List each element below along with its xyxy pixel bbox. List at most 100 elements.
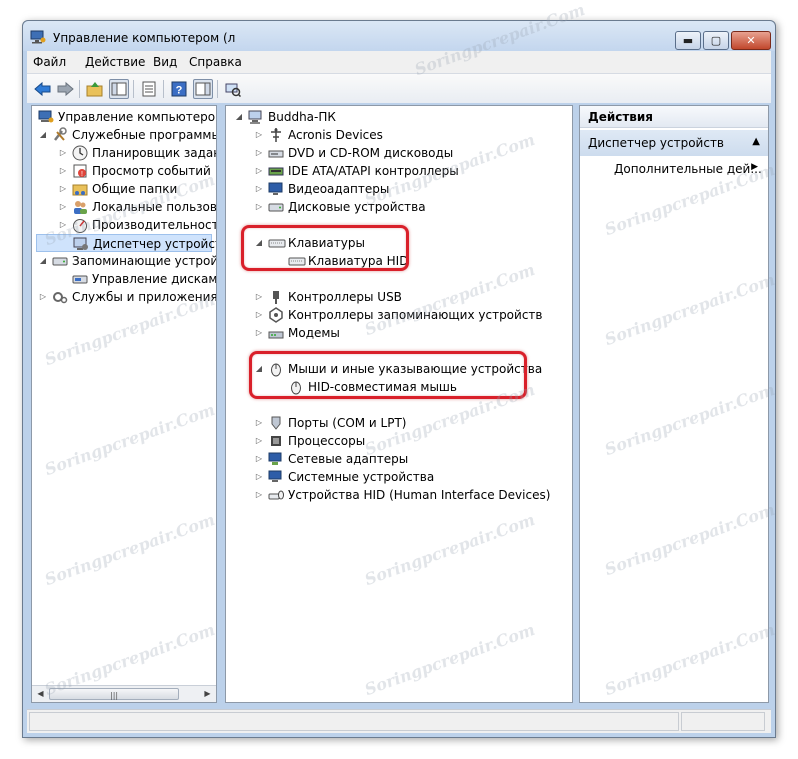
collapse-triangle-icon[interactable]: ▲ bbox=[752, 136, 760, 147]
tree-node-label: Общие папки bbox=[92, 182, 178, 196]
status-cell bbox=[29, 712, 679, 731]
collapsed-arrow-icon[interactable]: ▷ bbox=[254, 306, 264, 324]
storage-icon bbox=[52, 253, 68, 269]
collapsed-arrow-icon[interactable]: ▷ bbox=[254, 288, 264, 306]
computer-icon bbox=[248, 109, 264, 125]
category-label: Модемы bbox=[288, 326, 340, 340]
collapsed-arrow-icon[interactable]: ▷ bbox=[254, 126, 264, 144]
collapsed-arrow-icon[interactable]: ▷ bbox=[254, 450, 264, 468]
collapsed-arrow-icon[interactable]: ▷ bbox=[254, 270, 264, 288]
event-viewer-icon: ! bbox=[72, 163, 88, 179]
display-adapter-icon bbox=[268, 181, 284, 197]
scrollbar-thumb[interactable]: ||| bbox=[49, 688, 179, 700]
tree-node-label: Планировщик заданий bbox=[92, 146, 216, 160]
scroll-left-icon[interactable]: ◀ bbox=[33, 687, 48, 701]
collapsed-arrow-icon[interactable]: ▷ bbox=[254, 180, 264, 198]
category-label: Сетевые адаптеры bbox=[288, 452, 409, 466]
acronis-device-icon bbox=[268, 127, 284, 143]
computer-management-icon bbox=[30, 30, 46, 44]
submenu-arrow-icon[interactable]: ▶ bbox=[751, 162, 758, 172]
window-title: Управление компьютером (л bbox=[53, 31, 236, 45]
up-folder-icon[interactable] bbox=[85, 79, 105, 99]
category-label: Порты (COM и LPT) bbox=[288, 416, 407, 430]
console-tree-pane[interactable]: Управление компьютером (л ◢ Служебные пр… bbox=[31, 105, 217, 703]
collapsed-arrow-icon[interactable]: ▷ bbox=[58, 162, 68, 180]
category-label: Компьютер bbox=[288, 272, 360, 286]
actions-section-device-manager[interactable]: Диспетчер устройств ▲ bbox=[580, 130, 768, 156]
collapsed-arrow-icon[interactable]: ▷ bbox=[254, 162, 264, 180]
scroll-right-icon[interactable]: ▶ bbox=[200, 687, 215, 701]
collapsed-arrow-icon[interactable]: ▷ bbox=[254, 486, 264, 504]
port-icon bbox=[268, 415, 284, 431]
menu-bar: Файл Действие Вид Справка bbox=[27, 51, 771, 73]
tree-node-label: Диспетчер устройств bbox=[93, 237, 217, 251]
category-label: DVD и CD-ROM дисководы bbox=[288, 146, 454, 160]
system-device-icon bbox=[268, 469, 284, 485]
tree-node-label: Локальные пользовате bbox=[92, 200, 217, 214]
device-tree-pane[interactable]: ◢ Buddha-ПК ▷ Acronis Devices ▷ DVD и CD… bbox=[225, 105, 573, 703]
scan-hardware-icon[interactable] bbox=[223, 79, 243, 99]
ide-controller-icon bbox=[268, 163, 284, 179]
collapsed-arrow-icon[interactable]: ▷ bbox=[38, 288, 48, 306]
modem-icon bbox=[268, 325, 284, 341]
show-hide-action-pane-icon[interactable] bbox=[193, 79, 213, 99]
svg-text:!: ! bbox=[81, 171, 83, 178]
title-bar[interactable]: Управление компьютером (л ▬ ▢ ✕ bbox=[23, 21, 775, 51]
menu-help[interactable]: Справка bbox=[189, 55, 242, 69]
tools-icon bbox=[52, 127, 68, 143]
root-label: Buddha-ПК bbox=[268, 110, 336, 124]
category-label: Контроллеры запоминающих устройств bbox=[288, 308, 543, 322]
collapsed-arrow-icon[interactable]: ▷ bbox=[254, 432, 264, 450]
category-label: Системные устройства bbox=[288, 470, 435, 484]
properties-icon[interactable] bbox=[139, 79, 159, 99]
portable-device-icon bbox=[268, 397, 284, 413]
close-button[interactable]: ✕ bbox=[731, 31, 771, 50]
collapsed-arrow-icon[interactable]: ▷ bbox=[58, 216, 68, 234]
performance-icon bbox=[72, 217, 88, 233]
expanded-arrow-icon[interactable]: ◢ bbox=[234, 108, 244, 126]
tree-node-device-manager[interactable]: Диспетчер устройств bbox=[36, 234, 216, 252]
highlight-mice bbox=[249, 351, 527, 399]
network-adapter-icon bbox=[268, 451, 284, 467]
computer-management-icon bbox=[38, 109, 54, 125]
svg-text:?: ? bbox=[176, 85, 183, 97]
toolbar-separator bbox=[79, 80, 80, 98]
toolbar: ? bbox=[27, 73, 771, 103]
expanded-arrow-icon[interactable]: ◢ bbox=[38, 126, 48, 144]
device-manager-icon bbox=[73, 236, 89, 252]
horizontal-scrollbar[interactable]: ◀ ||| ▶ bbox=[32, 685, 216, 702]
category-label: Дисковые устройства bbox=[288, 200, 426, 214]
expanded-arrow-icon[interactable]: ◢ bbox=[38, 252, 48, 270]
forward-arrow-icon[interactable] bbox=[55, 79, 75, 99]
grip-icon: ||| bbox=[110, 691, 119, 700]
category-label: Контроллеры USB bbox=[288, 290, 402, 304]
collapsed-arrow-icon[interactable]: ▷ bbox=[254, 414, 264, 432]
maximize-button[interactable]: ▢ bbox=[703, 31, 729, 50]
show-hide-tree-icon[interactable] bbox=[109, 79, 129, 99]
tree-node-label: Службы и приложения bbox=[72, 290, 217, 304]
disk-drive-icon bbox=[268, 199, 284, 215]
minimize-button[interactable]: ▬ bbox=[675, 31, 701, 50]
collapsed-arrow-icon[interactable]: ▷ bbox=[58, 198, 68, 216]
collapsed-arrow-icon[interactable]: ▷ bbox=[58, 144, 68, 162]
tree-node-label: Запоминающие устройст bbox=[72, 254, 217, 268]
tree-node-label: Управление дисками bbox=[92, 272, 217, 286]
collapsed-arrow-icon[interactable]: ▷ bbox=[254, 198, 264, 216]
shared-folder-icon bbox=[72, 181, 88, 197]
collapsed-arrow-icon[interactable]: ▷ bbox=[254, 468, 264, 486]
more-actions-item[interactable]: Дополнительные дей... bbox=[614, 162, 762, 176]
menu-action[interactable]: Действие bbox=[85, 55, 145, 69]
computer-icon bbox=[268, 271, 284, 287]
category-label: Видеоадаптеры bbox=[288, 182, 390, 196]
menu-view[interactable]: Вид bbox=[153, 55, 177, 69]
status-bar bbox=[27, 709, 771, 733]
collapsed-arrow-icon[interactable]: ▷ bbox=[254, 144, 264, 162]
collapsed-arrow-icon[interactable]: ▷ bbox=[254, 324, 264, 342]
disk-management-icon bbox=[72, 271, 88, 287]
back-arrow-icon[interactable] bbox=[33, 79, 53, 99]
help-icon[interactable]: ? bbox=[169, 79, 189, 99]
menu-file[interactable]: Файл bbox=[33, 55, 66, 69]
tree-node-label: Управление компьютером (л bbox=[58, 110, 217, 124]
collapsed-arrow-icon[interactable]: ▷ bbox=[58, 180, 68, 198]
category-label: Процессоры bbox=[288, 434, 366, 448]
